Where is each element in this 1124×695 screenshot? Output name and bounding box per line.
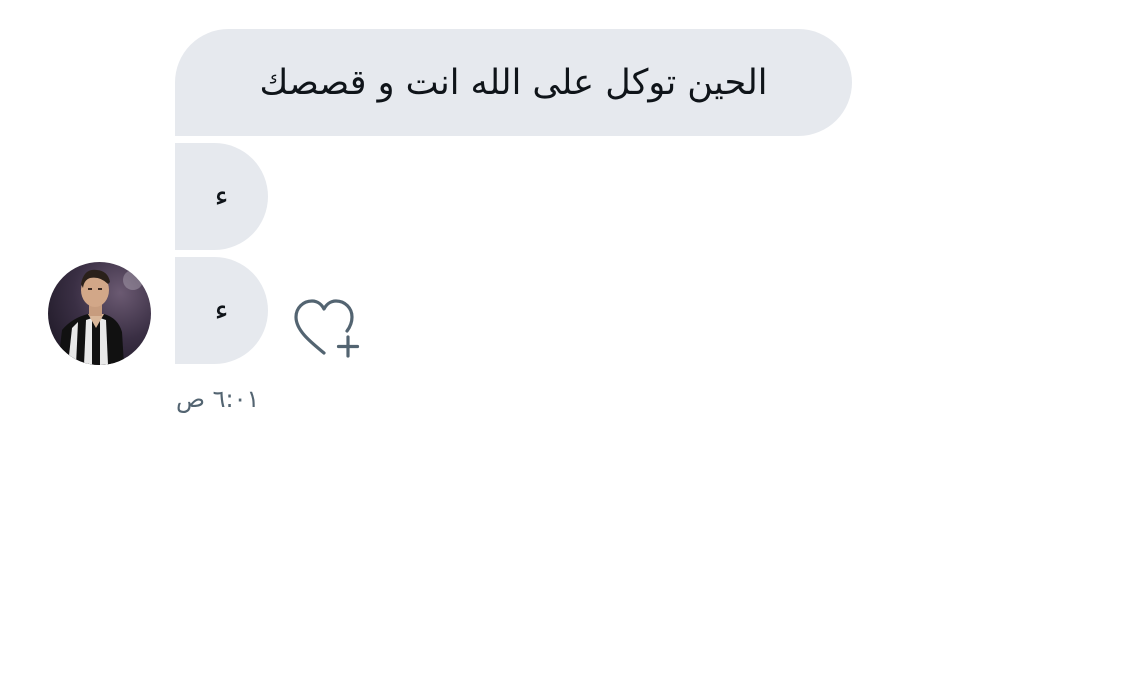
message-bubble[interactable]: ء bbox=[175, 143, 268, 250]
message-text: ء bbox=[214, 179, 229, 214]
message-text: ء bbox=[214, 293, 229, 328]
message-bubble[interactable]: ء bbox=[175, 257, 268, 364]
avatar-image bbox=[48, 262, 151, 365]
add-reaction-button[interactable] bbox=[290, 293, 366, 363]
message-text: الحين توكل على الله انت و قصصك bbox=[259, 62, 768, 103]
heart-plus-icon bbox=[294, 299, 360, 358]
message-bubble[interactable]: الحين توكل على الله انت و قصصك bbox=[175, 29, 852, 136]
message-timestamp: ٦:٠١ ص bbox=[176, 385, 260, 413]
avatar[interactable] bbox=[48, 262, 151, 365]
